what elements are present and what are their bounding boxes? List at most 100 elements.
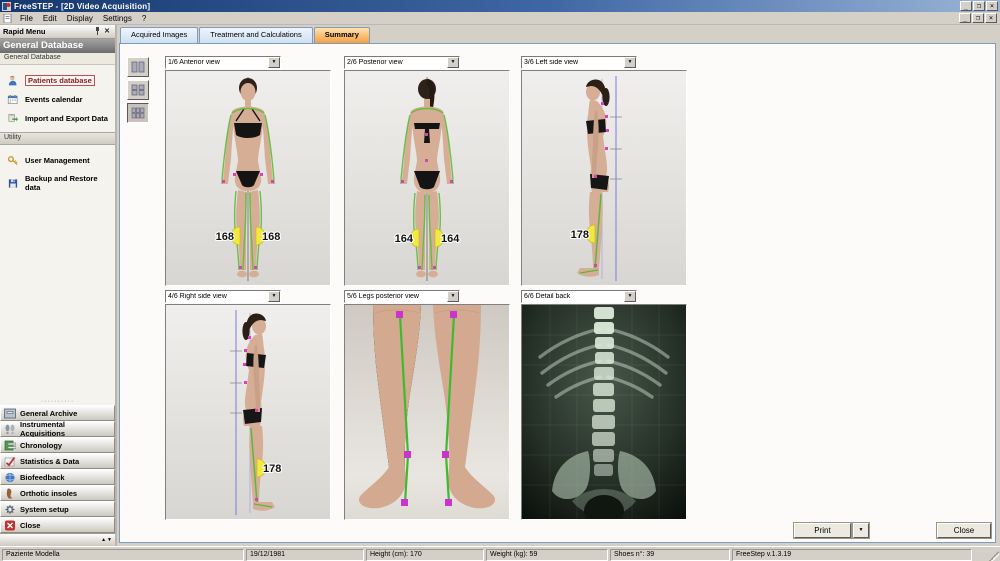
layout-six-grid-button[interactable] bbox=[127, 103, 149, 123]
resize-grip[interactable] bbox=[989, 551, 999, 561]
status-shoe-size: Shoes n°: 39 bbox=[610, 549, 730, 561]
statistics-icon bbox=[4, 456, 16, 466]
rapid-menu-header: Rapid Menu ✕ bbox=[0, 25, 115, 39]
archive-icon bbox=[4, 408, 16, 418]
mdi-close-button[interactable]: × bbox=[985, 13, 997, 23]
view-select-value: 5/6 Legs posterior view bbox=[347, 293, 419, 300]
print-button[interactable]: Print bbox=[794, 523, 851, 538]
sidebar: Rapid Menu ✕ General Database General Da… bbox=[0, 25, 117, 546]
knee-angle: 178 bbox=[571, 229, 589, 241]
sidebar-item-events-calendar[interactable]: Events calendar bbox=[0, 90, 115, 109]
four-grid-icon bbox=[131, 84, 145, 96]
close-button[interactable]: × bbox=[986, 1, 998, 11]
view-select-value: 4/6 Right side view bbox=[168, 293, 227, 300]
accordion-label: Chronology bbox=[20, 440, 63, 450]
sidebar-item-statistics-data[interactable]: Statistics & Data bbox=[0, 453, 115, 469]
footprints-icon bbox=[5, 424, 15, 434]
status-birthdate: 19/12/1981 bbox=[246, 549, 364, 561]
sidebar-item-user-management[interactable]: User Management bbox=[0, 151, 115, 170]
view-select-detail-back[interactable]: 6/6 Detail back ▼ bbox=[521, 290, 637, 303]
scroll-down-icon[interactable]: ▼ bbox=[107, 537, 112, 543]
gear-icon bbox=[5, 504, 15, 514]
tab-summary[interactable]: Summary bbox=[313, 27, 370, 43]
sidebar-item-close[interactable]: Close bbox=[0, 517, 115, 533]
view-select-value: 1/6 Anterior view bbox=[168, 59, 220, 66]
app-window: FreeSTEP - [2D Video Acquisition] _ ❐ × … bbox=[0, 0, 1000, 561]
status-height: Height (cm): 170 bbox=[366, 549, 484, 561]
key-icon bbox=[7, 156, 18, 166]
layout-two-columns-button[interactable] bbox=[127, 57, 149, 77]
right-side-image: 178 bbox=[165, 304, 331, 520]
posterior-image: 164 164 bbox=[344, 70, 510, 286]
sidebar-item-backup-restore[interactable]: Backup and Restore data bbox=[0, 170, 115, 196]
sidebar-item-label: Backup and Restore data bbox=[25, 174, 98, 192]
view-select-right-side[interactable]: 4/6 Right side view ▼ bbox=[165, 290, 281, 303]
sidebar-section-title: General Database bbox=[0, 39, 115, 53]
six-grid-icon bbox=[131, 107, 145, 119]
chevron-down-icon[interactable]: ▼ bbox=[268, 57, 280, 68]
pin-icon[interactable] bbox=[92, 26, 102, 37]
layout-buttons bbox=[127, 57, 149, 123]
status-version: FreeStep v.1.3.19 bbox=[732, 549, 972, 561]
sidebar-item-chronology[interactable]: Chronology bbox=[0, 437, 115, 453]
mdi-minimize-button[interactable]: _ bbox=[959, 13, 971, 23]
sidebar-item-import-export[interactable]: Import and Export Data bbox=[0, 109, 115, 128]
app-icon bbox=[2, 1, 11, 11]
close-panel-icon[interactable]: ✕ bbox=[102, 27, 112, 37]
sidebar-item-biofeedback[interactable]: Biofeedback bbox=[0, 469, 115, 485]
knee-angle-right: 164 bbox=[441, 233, 460, 245]
knee-angle-left: 164 bbox=[395, 233, 414, 245]
view-select-posterior[interactable]: 2/6 Posterior view ▼ bbox=[344, 56, 460, 69]
close-app-icon bbox=[5, 520, 15, 530]
insole-icon bbox=[6, 488, 13, 498]
print-options-dropdown[interactable]: ▼ bbox=[853, 523, 869, 538]
two-columns-icon bbox=[131, 61, 145, 73]
sidebar-item-orthotic-insoles[interactable]: Orthotic insoles bbox=[0, 485, 115, 501]
sidebar-item-label: Patients database bbox=[25, 75, 95, 86]
anterior-image: 168 168 bbox=[165, 70, 331, 286]
xray-back-image bbox=[521, 304, 687, 520]
view-select-value: 2/6 Posterior view bbox=[347, 59, 403, 66]
close-summary-button[interactable]: Close bbox=[937, 523, 991, 538]
menu-help[interactable]: ? bbox=[137, 13, 151, 24]
minimize-button[interactable]: _ bbox=[960, 1, 972, 11]
accordion-label: Orthotic insoles bbox=[20, 488, 78, 498]
knee-angle: 178 bbox=[263, 463, 281, 475]
tab-acquired-images[interactable]: Acquired Images bbox=[120, 27, 199, 43]
accordion-label: Statistics & Data bbox=[20, 456, 80, 466]
view-select-anterior[interactable]: 1/6 Anterior view ▼ bbox=[165, 56, 281, 69]
menu-bar: File Edit Display Settings ? _ ❐ × bbox=[0, 12, 1000, 25]
sidebar-item-label: User Management bbox=[25, 156, 90, 165]
view-select-value: 6/6 Detail back bbox=[524, 293, 571, 300]
chevron-down-icon[interactable]: ▼ bbox=[624, 291, 636, 302]
tab-treatment-calculations[interactable]: Treatment and Calculations bbox=[199, 27, 313, 43]
sidebar-item-patients-database[interactable]: Patients database bbox=[0, 71, 115, 90]
left-side-image: 178 bbox=[521, 70, 687, 286]
scroll-up-icon[interactable]: ▲ bbox=[101, 537, 106, 543]
sidebar-item-general-archive[interactable]: General Archive bbox=[0, 405, 115, 421]
tab-strip: Acquired Images Treatment and Calculatio… bbox=[120, 27, 371, 43]
menu-settings[interactable]: Settings bbox=[98, 13, 137, 24]
chevron-down-icon[interactable]: ▼ bbox=[447, 57, 459, 68]
sidebar-item-system-setup[interactable]: System setup bbox=[0, 501, 115, 517]
import-export-icon bbox=[8, 114, 18, 122]
sidebar-item-label: Events calendar bbox=[25, 95, 83, 104]
chevron-down-icon[interactable]: ▼ bbox=[624, 57, 636, 68]
legs-posterior-image bbox=[344, 304, 510, 520]
knee-angle-right: 168 bbox=[262, 231, 280, 243]
view-select-left-side[interactable]: 3/6 Left side view ▼ bbox=[521, 56, 637, 69]
menu-file[interactable]: File bbox=[15, 13, 38, 24]
menu-edit[interactable]: Edit bbox=[38, 13, 62, 24]
view-select-legs-posterior[interactable]: 5/6 Legs posterior view ▼ bbox=[344, 290, 460, 303]
chevron-down-icon[interactable]: ▼ bbox=[268, 291, 280, 302]
menu-display[interactable]: Display bbox=[62, 13, 98, 24]
restore-button[interactable]: ❐ bbox=[973, 1, 985, 11]
calendar-icon bbox=[7, 95, 18, 104]
chevron-down-icon[interactable]: ▼ bbox=[447, 291, 459, 302]
layout-four-grid-button[interactable] bbox=[127, 80, 149, 100]
sidebar-item-instrumental-acquisitions[interactable]: Instrumental Acquisitions bbox=[0, 420, 115, 438]
mdi-restore-button[interactable]: ❐ bbox=[972, 13, 984, 23]
knee-angle-left: 168 bbox=[216, 231, 234, 243]
patient-icon bbox=[8, 76, 17, 86]
accordion-label: Biofeedback bbox=[20, 472, 65, 482]
